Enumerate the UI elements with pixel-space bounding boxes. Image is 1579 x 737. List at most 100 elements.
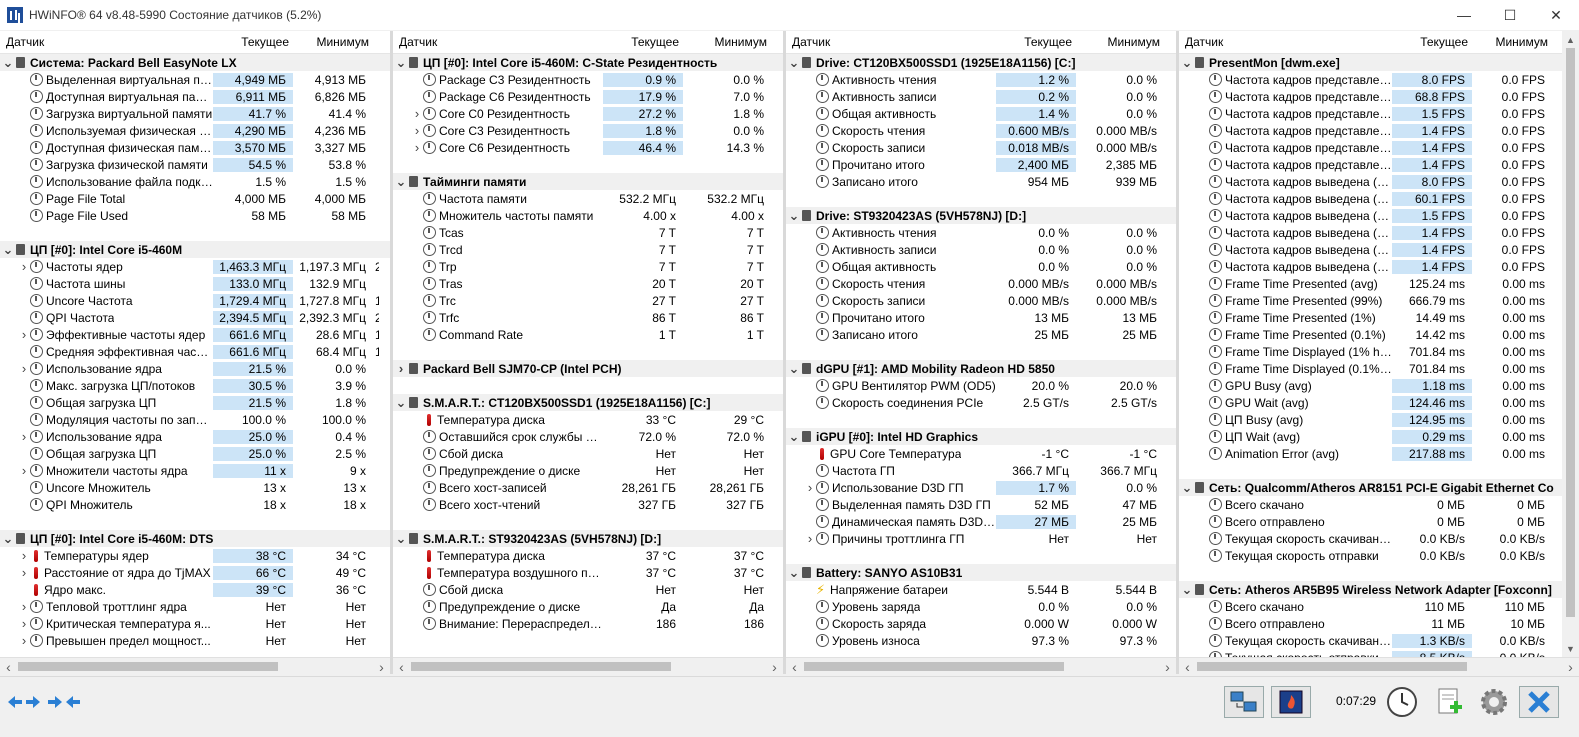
sensor-group-header[interactable]: ⌄ Система: Packard Bell EasyNote LX (0, 54, 390, 71)
sensor-row[interactable]: Внимание: Перераспределённы... 186 186 (393, 615, 783, 632)
column-sensor[interactable]: Датчик (393, 35, 605, 49)
sensor-row[interactable]: Текущая скорость отправки 0.0 KB/s 0.0 KB/… (1179, 547, 1562, 564)
sensor-row[interactable]: Всего хост-записей 28,261 ГБ 28,261 ГБ (393, 479, 783, 496)
scrollbar-thumb[interactable] (1566, 48, 1575, 617)
logging-button[interactable] (1428, 686, 1468, 718)
sensor-row[interactable]: Frame Time Displayed (1% high) 701.84 ms 0… (1179, 343, 1562, 360)
sensor-row[interactable]: Текущая скорость скачивания 0.0 KB/s 0.0 K… (1179, 530, 1562, 547)
sensor-row[interactable]: › Эффективные частоты ядер 661.6 МГц 28.6 М… (0, 326, 390, 343)
scroll-up-arrow-icon[interactable]: ▲ (1562, 31, 1579, 48)
sensor-row[interactable]: Frame Time Presented (99%) 666.79 ms 0.00 … (1179, 292, 1562, 309)
sensor-row[interactable]: Загрузка физической памяти 54.5 % 53.8 % (0, 156, 390, 173)
sensor-row[interactable]: Частота кадров выведена (99%) 60.1 FPS 0.0… (1179, 190, 1562, 207)
column-minimum[interactable]: Минимум (685, 35, 773, 49)
sensor-row[interactable]: › Причины троттлинга ГП Нет Нет (786, 530, 1176, 547)
sensor-row[interactable]: Всего отправлено 0 МБ 0 МБ (1179, 513, 1562, 530)
sensor-row[interactable]: Скорость чтения 0.000 MB/s 0.000 MB/s (786, 275, 1176, 292)
sensor-group-header[interactable]: ⌄ Сеть: Atheros AR5B95 Wireless Network A… (1179, 581, 1562, 598)
sensor-row[interactable]: Trcd 7 T 7 T (393, 241, 783, 258)
column-minimum[interactable]: Минимум (295, 35, 375, 49)
scroll-right-arrow-icon[interactable]: › (766, 658, 783, 675)
sensor-row[interactable]: ⚡ Напряжение батареи 5.544 В 5.544 В (786, 581, 1176, 598)
sensor-row[interactable]: Package C6 Резидентность 17.9 % 7.0 % (393, 88, 783, 105)
expand-chevron-icon[interactable]: › (18, 327, 30, 342)
sensor-row[interactable]: Активность чтения 0.0 % 0.0 % (786, 224, 1176, 241)
collapse-chevron-icon[interactable]: ⌄ (395, 174, 407, 190)
sensor-row[interactable]: Скорость чтения 0.600 MB/s 0.000 MB/s (786, 122, 1176, 139)
sensor-row[interactable]: ЦП Busy (avg) 124.95 ms 0.00 ms (1179, 411, 1562, 428)
collapse-chevron-icon[interactable]: ⌄ (788, 429, 800, 445)
network-button[interactable] (1224, 686, 1264, 718)
scroll-left-arrow-icon[interactable]: ‹ (1179, 658, 1196, 675)
close-sensors-button[interactable] (1519, 686, 1559, 718)
sensor-row[interactable]: Множитель частоты памяти 4.00 x 4.00 x (393, 207, 783, 224)
column-current[interactable]: Текущее (998, 35, 1078, 49)
scrollbar-thumb[interactable] (411, 662, 671, 671)
sensor-row[interactable]: Текущая скорость скачивания 1.3 KB/s 0.0 K… (1179, 632, 1562, 649)
sensor-row[interactable]: Выделенная виртуальная память4,949 МБ 4,9… (0, 71, 390, 88)
sensor-row[interactable]: QPI Множитель 18 x 18 x (0, 496, 390, 513)
sensor-row[interactable]: › Температуры ядер 38 °C 34 °C (0, 547, 390, 564)
sensor-row[interactable]: Скорость соединения PCIe 2.5 GT/s 2.5 GT/s (786, 394, 1176, 411)
sensor-group-header[interactable]: ⌄ S.M.A.R.T.: CT120BX500SSD1 (1925E18A115… (393, 394, 783, 411)
sensor-row[interactable]: › Core C3 Резидентность 1.8 % 0.0 % (393, 122, 783, 139)
collapse-chevron-icon[interactable]: ⌄ (1181, 55, 1193, 71)
sensor-row[interactable]: Ядро макс. 39 °C 36 °C (0, 581, 390, 598)
sensor-row[interactable]: Уровень износа 97.3 % 97.3 % (786, 632, 1176, 649)
sensor-row[interactable]: Общая загрузка ЦП 25.0 % 2.5 % (0, 445, 390, 462)
sensor-group-header[interactable]: ⌄ ЦП [#0]: Intel Core i5-460M: C-State Ре… (393, 54, 783, 71)
collapse-chevron-icon[interactable]: ⌄ (1181, 480, 1193, 496)
sensor-group-header[interactable]: ⌄ ЦП [#0]: Intel Core i5-460M: DTS (0, 530, 390, 547)
column-current[interactable]: Текущее (605, 35, 685, 49)
sensor-group-header[interactable]: ⌄ Тайминги памяти (393, 173, 783, 190)
sensor-row[interactable]: Используемая физическая память4,290 МБ 4,… (0, 122, 390, 139)
sensor-row[interactable]: › Core C0 Резидентность 27.2 % 1.8 % (393, 105, 783, 122)
reset-timer-button[interactable] (1382, 686, 1422, 718)
expand-chevron-icon[interactable]: › (18, 616, 30, 631)
collapse-chevron-icon[interactable]: ⌄ (1181, 582, 1193, 598)
sensor-row[interactable]: Активность записи 0.2 % 0.0 % (786, 88, 1176, 105)
expand-chevron-icon[interactable]: › (804, 480, 816, 495)
sensor-row[interactable]: Текущая скорость отправки8.5 KB/s0.0 KB/… (1179, 649, 1562, 657)
sensor-group-header[interactable]: ⌄ Сеть: Qualcomm/Atheros AR8151 PCI-E Gig… (1179, 479, 1562, 496)
sensor-row[interactable]: Сбой диска Нет Нет (393, 445, 783, 462)
collapse-chevron-icon[interactable]: ⌄ (788, 361, 800, 377)
sensor-row[interactable]: Command Rate 1 T 1 T (393, 326, 783, 343)
sensor-row[interactable]: Макс. загрузка ЦП/потоков 30.5 % 3.9 % (0, 377, 390, 394)
sensor-row[interactable]: Активность записи 0.0 % 0.0 % (786, 241, 1176, 258)
sensor-chip-button[interactable] (1271, 686, 1311, 718)
sensor-row[interactable]: Активность чтения 1.2 % 0.0 % (786, 71, 1176, 88)
expand-collapse-left-button[interactable] (4, 686, 44, 718)
column-sensor[interactable]: Датчик (786, 35, 998, 49)
collapse-chevron-icon[interactable]: ⌄ (788, 55, 800, 71)
sensor-row[interactable]: Температура диска 37 °C 37 °C (393, 547, 783, 564)
sensor-row[interactable]: Скорость записи 0.000 MB/s 0.000 MB/s (786, 292, 1176, 309)
scrollbar-thumb[interactable] (18, 662, 278, 671)
collapse-chevron-icon[interactable]: ⌄ (2, 242, 14, 258)
sensor-row[interactable]: Скорость записи 0.018 MB/s 0.000 MB/s (786, 139, 1176, 156)
scroll-left-arrow-icon[interactable]: ‹ (393, 658, 410, 675)
collapse-chevron-icon[interactable]: ⌄ (395, 55, 407, 71)
sensor-group-header[interactable]: › Packard Bell SJM70-CP (Intel PCH) (393, 360, 783, 377)
sensor-row[interactable]: Уровень заряда 0.0 % 0.0 % (786, 598, 1176, 615)
sensor-row[interactable]: Всего хост-чтений 327 ГБ 327 ГБ (393, 496, 783, 513)
column-current[interactable]: Текущее (1394, 35, 1474, 49)
sensor-row[interactable]: Frame Time Displayed (0.1% high) 701.84 m… (1179, 360, 1562, 377)
sensor-row[interactable]: Частота кадров выведена (1%... 1.4 FPS 0.0… (1179, 241, 1562, 258)
sensor-row[interactable]: › Тепловой троттлинг ядра Нет Нет (0, 598, 390, 615)
expand-chevron-icon[interactable]: › (18, 599, 30, 614)
sensor-group-header[interactable]: ⌄ Drive: CT120BX500SSD1 (1925E18A1156) [C… (786, 54, 1176, 71)
close-window-button[interactable]: ✕ (1533, 0, 1579, 30)
sensor-row[interactable]: Trp 7 T 7 T (393, 258, 783, 275)
sensor-row[interactable]: Uncore Множитель 13 x 13 x (0, 479, 390, 496)
expand-chevron-icon[interactable]: › (804, 531, 816, 546)
expand-chevron-icon[interactable]: › (18, 361, 30, 376)
minimize-button[interactable]: — (1441, 0, 1487, 30)
sensor-row[interactable]: Динамическая память D3D ГП 27 МБ 25 МБ (786, 513, 1176, 530)
collapse-chevron-icon[interactable]: ⌄ (2, 55, 14, 71)
sensor-row[interactable]: Общая загрузка ЦП 21.5 % 1.8 % (0, 394, 390, 411)
sensor-row[interactable]: Frame Time Presented (0.1%) 14.42 ms 0.00 … (1179, 326, 1562, 343)
expand-chevron-icon[interactable]: › (411, 123, 423, 138)
vertical-scrollbar[interactable]: ▲ ▼ (1562, 31, 1579, 657)
collapse-chevron-icon[interactable]: ⌄ (788, 565, 800, 581)
